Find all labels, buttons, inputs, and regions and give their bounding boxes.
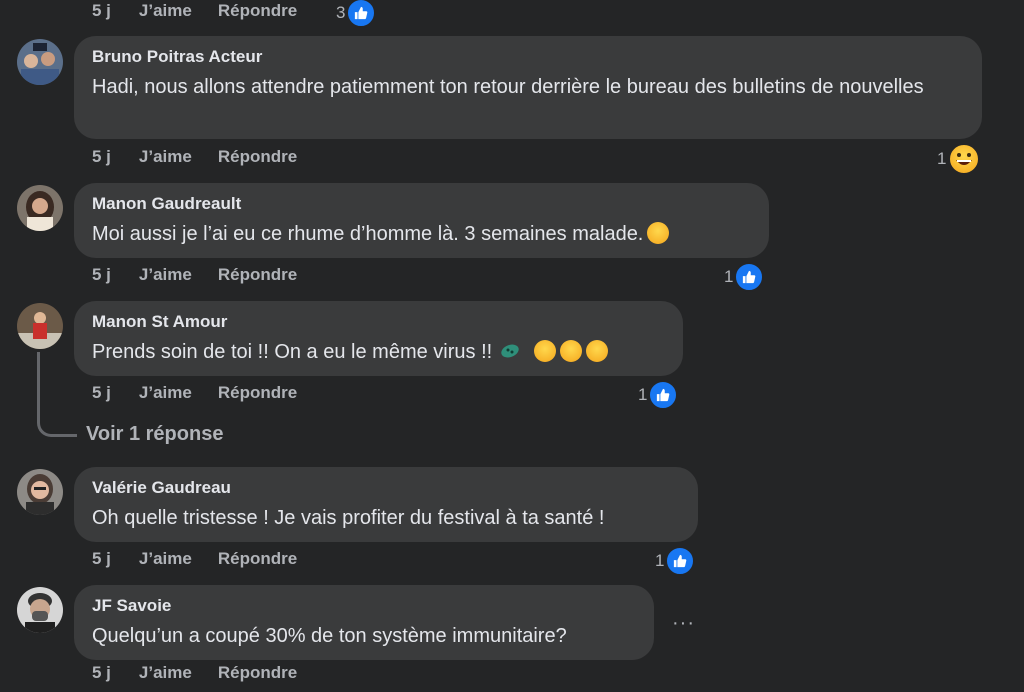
comment-actions-top: 5 j J’aime Répondre	[92, 1, 297, 21]
reply-button[interactable]: Répondre	[218, 147, 297, 167]
reaction-count: 1	[937, 149, 947, 168]
comment-actions: 5 j J’aime Répondre	[92, 383, 297, 403]
reply-button[interactable]: Répondre	[218, 383, 297, 403]
avatar[interactable]	[17, 185, 63, 231]
thumbs-up-icon	[665, 546, 696, 576]
mask-emoji-icon	[534, 340, 557, 362]
comment-actions: 5 j J’aime Répondre	[92, 265, 297, 285]
like-button[interactable]: J’aime	[139, 147, 192, 167]
comment-author[interactable]: Manon St Amour	[92, 312, 665, 332]
like-button[interactable]: J’aime	[139, 663, 192, 683]
reply-thread-line	[37, 352, 77, 437]
timestamp[interactable]: 5 j	[92, 1, 111, 21]
reaction-count: 1	[655, 551, 665, 570]
reaction-summary[interactable]: 3	[336, 0, 377, 28]
sneezing-emoji-icon	[560, 340, 583, 362]
like-button[interactable]: J’aime	[139, 383, 192, 403]
reply-button[interactable]: Répondre	[218, 549, 297, 569]
avatar[interactable]	[17, 469, 63, 515]
timestamp[interactable]: 5 j	[92, 383, 111, 403]
reaction-count: 1	[638, 385, 648, 404]
thumbs-up-icon	[346, 0, 377, 28]
comment-bubble: Valérie Gaudreau Oh quelle tristesse ! J…	[74, 467, 698, 542]
comment-actions: 5 j J’aime Répondre	[92, 147, 297, 167]
reply-button[interactable]: Répondre	[218, 265, 297, 285]
timestamp[interactable]: 5 j	[92, 265, 111, 285]
comment-text-row: Prends soin de toi !! On a eu le même vi…	[92, 338, 665, 366]
timestamp[interactable]: 5 j	[92, 663, 111, 683]
timestamp[interactable]: 5 j	[92, 147, 111, 167]
avatar[interactable]	[17, 303, 63, 349]
laughing-emoji-icon	[647, 222, 670, 244]
like-button[interactable]: J’aime	[139, 265, 192, 285]
comment-bubble: Manon St Amour Prends soin de toi !! On …	[74, 301, 683, 376]
avatar[interactable]	[17, 39, 63, 85]
like-button[interactable]: J’aime	[139, 1, 192, 21]
reaction-summary[interactable]: 1	[937, 143, 981, 175]
comment-bubble: Manon Gaudreault Moi aussi je l’ai eu ce…	[74, 183, 769, 258]
reaction-summary[interactable]: 1	[655, 546, 696, 576]
comment-text: Quelqu’un a coupé 30% de ton système imm…	[92, 625, 567, 647]
eye-roll-emoji-icon	[586, 340, 609, 362]
reaction-count: 1	[724, 267, 734, 286]
comment-author[interactable]: Valérie Gaudreau	[92, 478, 680, 498]
reply-button[interactable]: Répondre	[218, 663, 297, 683]
reaction-count: 3	[336, 3, 346, 22]
comment-text: Prends soin de toi !! On a eu le même vi…	[92, 341, 493, 363]
view-replies-link[interactable]: Voir 1 réponse	[86, 423, 223, 446]
reply-button[interactable]: Répondre	[218, 1, 297, 21]
thumbs-up-icon	[734, 262, 765, 292]
timestamp[interactable]: 5 j	[92, 549, 111, 569]
comment-bubble: Bruno Poitras Acteur Hadi, nous allons a…	[74, 36, 982, 139]
comment-author[interactable]: Bruno Poitras Acteur	[92, 47, 964, 67]
like-button[interactable]: J’aime	[139, 549, 192, 569]
comment-bubble: JF Savoie Quelqu’un a coupé 30% de ton s…	[74, 585, 654, 660]
comment-text: Hadi, nous allons attendre patiemment to…	[92, 76, 924, 98]
more-options-icon[interactable]: ···	[672, 612, 695, 635]
grin-emoji-icon	[948, 143, 981, 175]
comment-author[interactable]: Manon Gaudreault	[92, 194, 751, 214]
microbe-emoji-icon	[501, 344, 519, 358]
thumbs-up-icon	[648, 380, 679, 410]
comment-text: Moi aussi je l’ai eu ce rhume d’homme là…	[92, 223, 644, 245]
avatar[interactable]	[17, 587, 63, 633]
comment-actions: 5 j J’aime Répondre	[92, 549, 297, 569]
reaction-summary[interactable]: 1	[724, 262, 765, 292]
comment-text: Oh quelle tristesse ! Je vais profiter d…	[92, 507, 605, 529]
comment-author[interactable]: JF Savoie	[92, 596, 636, 616]
comment-text-row: Moi aussi je l’ai eu ce rhume d’homme là…	[92, 220, 751, 248]
reaction-summary[interactable]: 1	[638, 380, 679, 410]
comment-actions: 5 j J’aime Répondre	[92, 663, 297, 683]
